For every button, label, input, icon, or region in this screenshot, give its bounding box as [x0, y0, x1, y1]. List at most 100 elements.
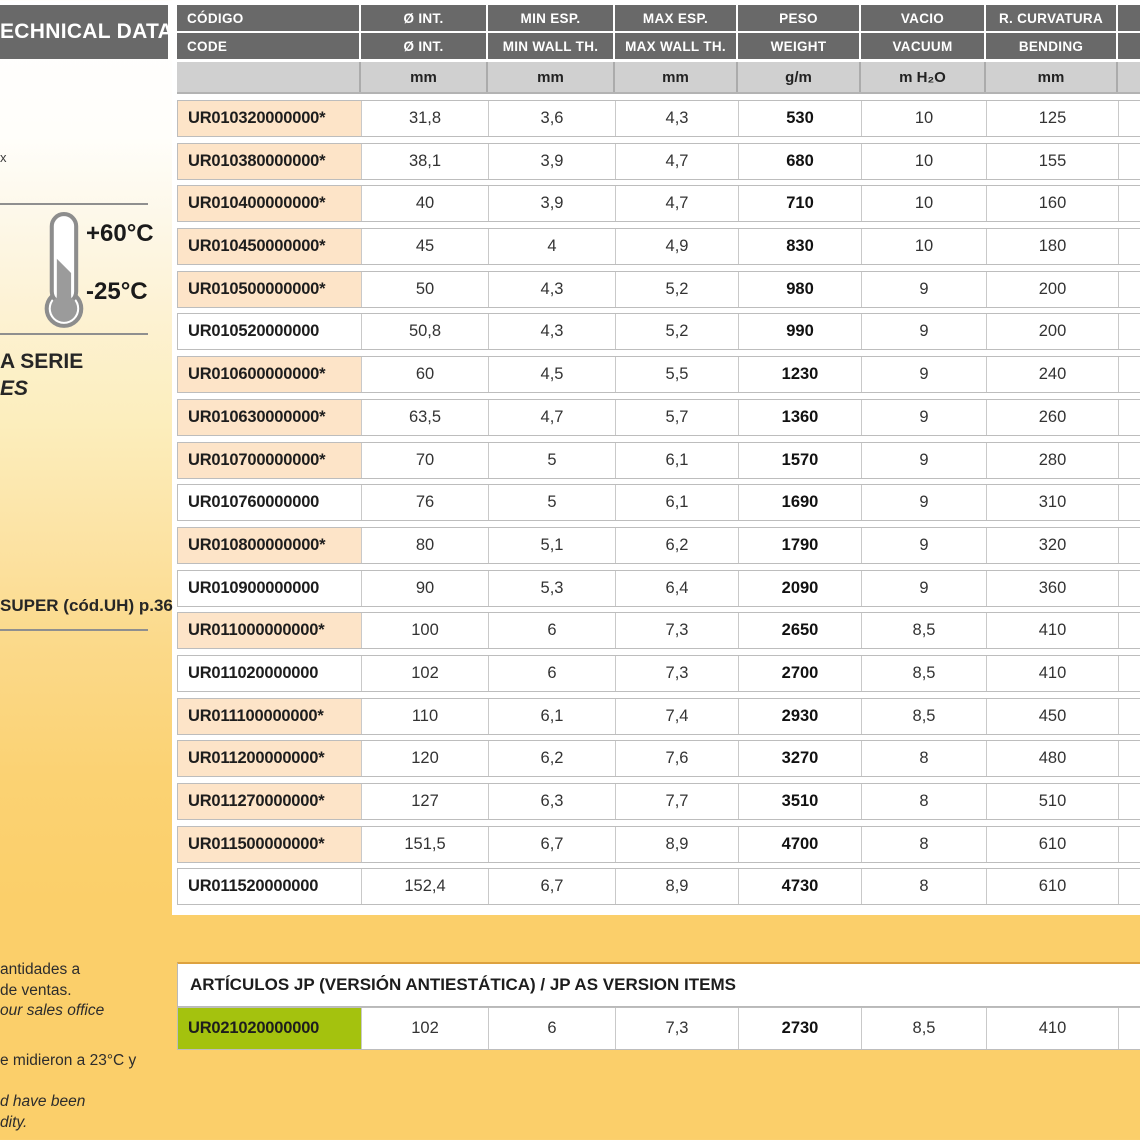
value-cell: 3,9: [489, 186, 616, 222]
value-cell: 9: [862, 357, 987, 393]
footnote-line: our sales office: [0, 1002, 105, 1019]
value-cell: 50,8: [362, 314, 489, 350]
value-cell: 5,3: [489, 570, 616, 606]
value-cell: 6,1: [616, 485, 739, 521]
value-cell: 4,5: [489, 357, 616, 393]
table-row: UR021020000000 102 6 7,3 2730 8,5 410: [177, 1007, 1140, 1050]
value-cell: 990: [739, 314, 862, 350]
column-header: CODE: [177, 33, 361, 59]
value-cell: 7,4: [616, 698, 739, 734]
value-cell: 63,5: [362, 399, 489, 435]
table-header: CÓDIGO Ø INT. MIN ESP. MAX ESP. PESO VACIO R. …: [177, 5, 1140, 59]
divider: [0, 203, 148, 205]
value-cell: 710: [739, 186, 862, 222]
unit-cell: mm: [488, 62, 615, 92]
column-header: VACIO: [861, 5, 986, 31]
value-cell: 1790: [739, 527, 862, 563]
divider: [0, 333, 148, 335]
footnote-line: de ventas.: [0, 982, 72, 999]
column-header: Ø INT.: [361, 5, 488, 31]
product-code-cell: UR010630000000*: [178, 399, 362, 435]
value-cell: 6,4: [616, 570, 739, 606]
value-cell: [1119, 314, 1140, 349]
value-cell: 8: [862, 826, 987, 862]
value-cell: 360: [987, 570, 1119, 606]
value-cell: 127: [362, 784, 489, 819]
value-cell: [1119, 485, 1140, 520]
value-cell: [1119, 101, 1140, 136]
value-cell: [1119, 186, 1140, 221]
value-cell: 5: [489, 442, 616, 478]
series-label-line1: A SERIE: [0, 350, 84, 373]
value-cell: 102: [362, 655, 489, 691]
value-cell: 4,7: [616, 186, 739, 222]
units-row: mm mm mm g/m m H₂O mm: [177, 62, 1140, 94]
value-cell: [1119, 443, 1140, 478]
value-cell: 610: [987, 826, 1119, 862]
value-cell: 6,3: [489, 784, 616, 819]
value-cell: 7,6: [616, 741, 739, 777]
value-cell: 240: [987, 357, 1119, 393]
value-cell: 6: [489, 613, 616, 649]
value-cell: 1230: [739, 357, 862, 393]
product-code-cell: UR011520000000: [178, 869, 362, 905]
value-cell: 152,4: [362, 869, 489, 905]
value-cell: 155: [987, 143, 1119, 179]
value-cell: 4,9: [616, 229, 739, 265]
value-cell: 2730: [739, 1008, 862, 1049]
value-cell: 3,6: [489, 101, 616, 136]
value-cell: [1119, 272, 1140, 307]
table-row: UR010900000000 90 5,3 6,4 2090 9 360: [177, 569, 1140, 607]
table-body: UR010320000000* 31,8 3,6 4,3 530 10 125 UR01038…: [177, 100, 1140, 911]
value-cell: 6: [489, 1008, 616, 1049]
value-cell: 70: [362, 442, 489, 478]
jp-section-title: ARTÍCULOS JP (VERSIÓN ANTIESTÁTICA) / JP…: [177, 962, 1140, 1007]
table-row: UR010500000000* 50 4,3 5,2 980 9 200: [177, 270, 1140, 308]
value-cell: 125: [987, 101, 1119, 136]
value-cell: 40: [362, 186, 489, 222]
table-row: UR011270000000* 127 6,3 7,7 3510 8 510: [177, 783, 1140, 820]
value-cell: 200: [987, 314, 1119, 350]
value-cell: 3510: [739, 784, 862, 819]
value-cell: 610: [987, 869, 1119, 905]
product-code-cell: UR010380000000*: [178, 143, 362, 179]
value-cell: 1570: [739, 442, 862, 478]
table-row: UR011520000000 152,4 6,7 8,9 4730 8 610: [177, 868, 1140, 906]
unit-cell: mm: [986, 62, 1118, 92]
product-code-cell: UR011000000000*: [178, 613, 362, 649]
value-cell: 8: [862, 784, 987, 819]
value-cell: [1119, 144, 1140, 179]
value-cell: 9: [862, 399, 987, 435]
value-cell: 4,7: [616, 143, 739, 179]
column-header: CÓDIGO: [177, 5, 361, 31]
value-cell: 8: [862, 869, 987, 905]
unit-cell: g/m: [738, 62, 861, 92]
value-cell: 320: [987, 527, 1119, 563]
table-row: UR010520000000 50,8 4,3 5,2 990 9 200: [177, 313, 1140, 351]
unit-cell: [1118, 62, 1140, 92]
value-cell: 4730: [739, 869, 862, 905]
column-header: PESO: [738, 5, 861, 31]
value-cell: 3,9: [489, 143, 616, 179]
value-cell: 2090: [739, 570, 862, 606]
table-row: UR010800000000* 80 5,1 6,2 1790 9 320: [177, 526, 1140, 564]
column-header: WEIGHT: [738, 33, 861, 59]
value-cell: 8,5: [862, 1008, 987, 1049]
value-cell: 410: [987, 655, 1119, 691]
thermometer-icon: [44, 212, 84, 328]
column-header: BENDING: [986, 33, 1118, 59]
value-cell: [1119, 357, 1140, 392]
value-cell: 180: [987, 229, 1119, 265]
product-code-cell: UR010500000000*: [178, 271, 362, 307]
cut-text-fragment: x: [0, 150, 7, 165]
cross-reference-link[interactable]: SUPER (cód.UH) p.36: [0, 596, 173, 616]
table-row: UR010320000000* 31,8 3,6 4,3 530 10 125: [177, 100, 1140, 137]
value-cell: 2700: [739, 655, 862, 691]
product-code-cell: UR011500000000*: [178, 826, 362, 862]
product-code-cell: UR010320000000*: [178, 101, 362, 136]
value-cell: [1119, 656, 1140, 691]
value-cell: 4,7: [489, 399, 616, 435]
value-cell: 280: [987, 442, 1119, 478]
value-cell: 9: [862, 570, 987, 606]
value-cell: 8,5: [862, 698, 987, 734]
